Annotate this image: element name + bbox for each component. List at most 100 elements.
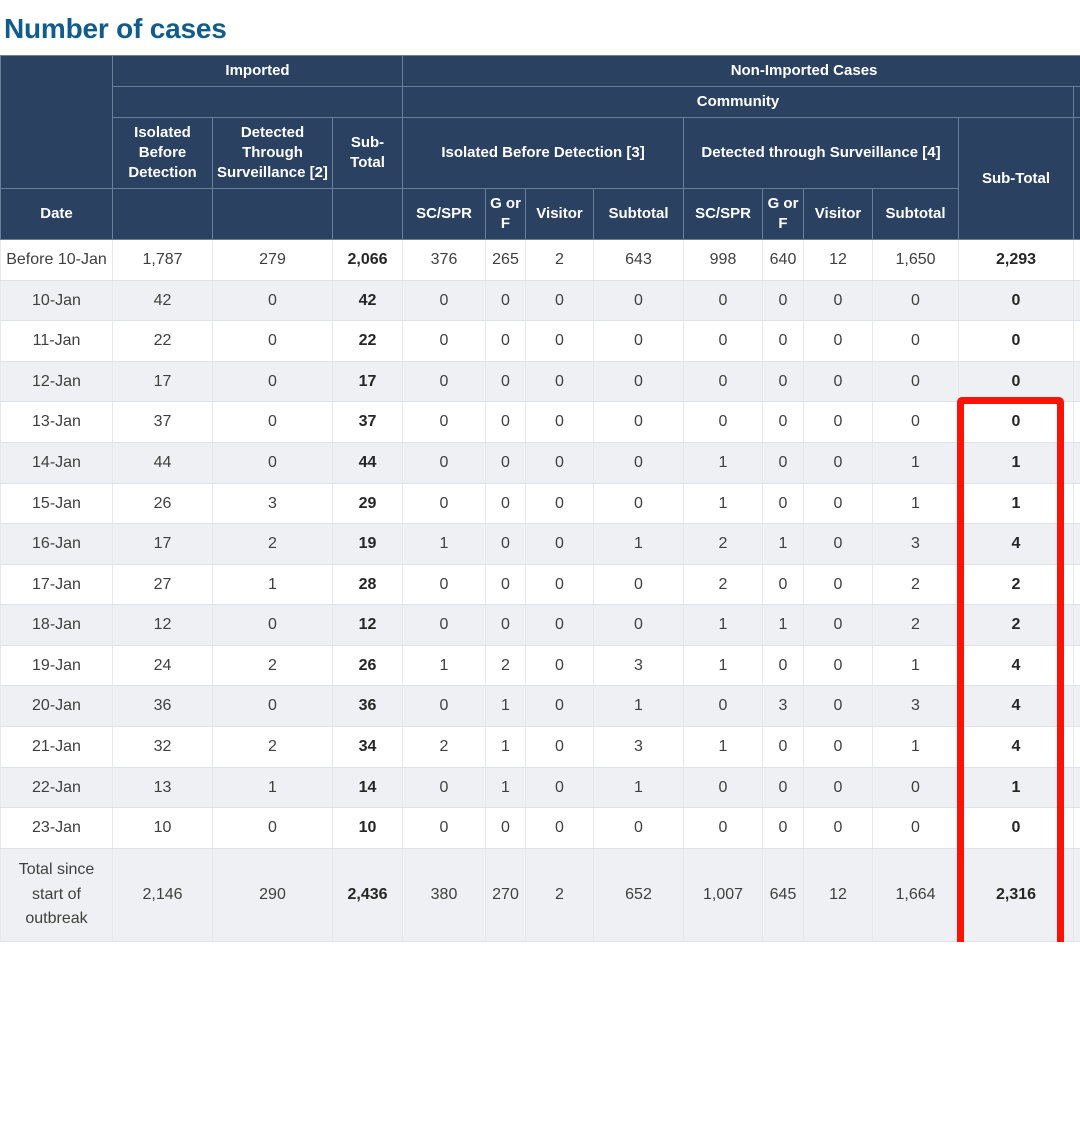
- cell-value: 0: [594, 483, 684, 524]
- cell-value: 0: [486, 483, 526, 524]
- cell-value: 3: [873, 686, 959, 727]
- page-title: Number of cases: [0, 0, 1080, 55]
- cell-value: 0: [804, 402, 873, 443]
- cell-value: 0: [403, 686, 486, 727]
- cell-value: 643: [594, 239, 684, 280]
- table-row: 10-Jan42042000000000: [1, 280, 1080, 321]
- cell-value: 1: [763, 605, 804, 646]
- header-community: Community: [403, 87, 1074, 118]
- cell-date: 22-Jan: [1, 767, 113, 808]
- cell-value: 3: [594, 727, 684, 768]
- table-row: 21-Jan32234210310014: [1, 727, 1080, 768]
- cell-value: 0: [804, 524, 873, 565]
- cell-value: 1: [486, 686, 526, 727]
- cell-value: 26: [333, 645, 403, 686]
- cell-value: 0: [403, 442, 486, 483]
- cell-value: 27: [113, 564, 213, 605]
- header-isolated-subtotal: Subtotal: [594, 189, 684, 240]
- cell-value: 0: [804, 483, 873, 524]
- table-row: 15-Jan26329000010011: [1, 483, 1080, 524]
- cell-value: 0: [403, 564, 486, 605]
- header-imported-detected-through-surveillance: Detected Through Surveillance [2]: [213, 118, 333, 189]
- cell-value: 0: [486, 524, 526, 565]
- header-community-isolated-before-detection: Isolated Before Detection [3]: [403, 118, 684, 189]
- cell-value: 1: [213, 767, 333, 808]
- cell-value: 1: [684, 442, 763, 483]
- cell-value: 0: [684, 808, 763, 849]
- cell-value: 1: [873, 645, 959, 686]
- cell-value: 645: [763, 848, 804, 941]
- table-row: Before 10-Jan1,7872792,06637626526439986…: [1, 239, 1080, 280]
- cell-value: 0: [594, 361, 684, 402]
- cell-value: [1074, 564, 1080, 605]
- header-isolated-sc-spr: SC/SPR: [403, 189, 486, 240]
- header-surveillance-g-or-f: G or F: [763, 189, 804, 240]
- header-non-imported-sub-total: Sub-Total: [959, 118, 1074, 240]
- header-isolated-visitor: Visitor: [526, 189, 594, 240]
- cell-value: 0: [486, 402, 526, 443]
- cell-value: [1074, 605, 1080, 646]
- cell-value: 42: [333, 280, 403, 321]
- cell-value: 0: [594, 605, 684, 646]
- cell-value: 0: [403, 483, 486, 524]
- cell-value: 44: [333, 442, 403, 483]
- cell-value: 19: [333, 524, 403, 565]
- cell-value: 44: [113, 442, 213, 483]
- header-isolated-g-or-f: G or F: [486, 189, 526, 240]
- header-imported-isolated-before-detection: Isolated Before Detection: [113, 118, 213, 189]
- header-community-detected-through-surveillance: Detected through Surveillance [4]: [684, 118, 959, 189]
- cell-value: 0: [873, 808, 959, 849]
- cell-value: 0: [486, 442, 526, 483]
- cell-value: [1074, 321, 1080, 362]
- cell-date: 21-Jan: [1, 727, 113, 768]
- cell-value: 279: [213, 239, 333, 280]
- table-row: 12-Jan17017000000000: [1, 361, 1080, 402]
- cell-value: 0: [763, 280, 804, 321]
- cell-value: [1074, 442, 1080, 483]
- cell-value: 1: [403, 645, 486, 686]
- cell-value: 0: [213, 402, 333, 443]
- cell-value: 22: [333, 321, 403, 362]
- cell-value: 1: [486, 727, 526, 768]
- cell-value: 13: [113, 767, 213, 808]
- cell-value: 1: [684, 605, 763, 646]
- cell-value: 0: [763, 442, 804, 483]
- cell-value: 0: [959, 361, 1074, 402]
- cell-value: 12: [804, 239, 873, 280]
- cell-value: 0: [873, 402, 959, 443]
- cell-value: 1: [213, 564, 333, 605]
- cell-value: [1074, 483, 1080, 524]
- cell-value: 1: [684, 483, 763, 524]
- cell-value: 2,316: [959, 848, 1074, 941]
- cell-value: 42: [113, 280, 213, 321]
- cell-value: 0: [763, 321, 804, 362]
- cell-value: 0: [684, 321, 763, 362]
- cell-value: 4: [959, 686, 1074, 727]
- cell-value: 0: [684, 767, 763, 808]
- cell-value: 0: [684, 686, 763, 727]
- cell-value: 1: [684, 727, 763, 768]
- cell-value: 1: [486, 767, 526, 808]
- cell-value: 1,007: [684, 848, 763, 941]
- cell-value: 26: [113, 483, 213, 524]
- cell-value: 652: [594, 848, 684, 941]
- header-far-right-clipped: [1074, 118, 1080, 240]
- cell-value: 0: [684, 402, 763, 443]
- cell-value: 3: [873, 524, 959, 565]
- cell-value: 1: [873, 483, 959, 524]
- cell-value: 0: [684, 280, 763, 321]
- cell-value: 0: [804, 808, 873, 849]
- cell-value: 2: [684, 524, 763, 565]
- header-imported-blank: [113, 87, 403, 118]
- table-body: Before 10-Jan1,7872792,06637626526439986…: [1, 239, 1080, 941]
- cell-value: 2,293: [959, 239, 1074, 280]
- header-row-community: Community: [1, 87, 1080, 118]
- cell-value: 290: [213, 848, 333, 941]
- cell-value: 1: [763, 524, 804, 565]
- cell-date: 10-Jan: [1, 280, 113, 321]
- cell-value: 0: [403, 402, 486, 443]
- cell-value: 1: [403, 524, 486, 565]
- cell-value: 270: [486, 848, 526, 941]
- cell-value: 0: [594, 442, 684, 483]
- cell-value: 380: [403, 848, 486, 941]
